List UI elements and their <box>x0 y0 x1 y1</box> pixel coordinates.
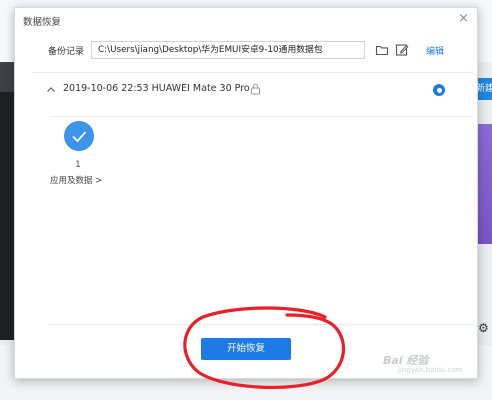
edit-icon[interactable] <box>395 43 409 57</box>
start-restore-button[interactable]: 开始恢复 <box>201 338 291 360</box>
close-icon[interactable]: × <box>458 12 469 26</box>
backup-path-row: 备份记录 C:\Users\jiang\Desktop\华为EMUI安卓9-10… <box>15 41 477 61</box>
data-restore-dialog: 数据恢复 × 备份记录 C:\Users\jiang\Desktop\华为EMU… <box>14 7 478 390</box>
apps-and-data-item[interactable]: 1 应用及数据 > <box>48 121 110 191</box>
dialog-title-bar: 数据恢复 × <box>15 8 477 32</box>
backup-select-radio[interactable] <box>433 84 445 96</box>
backup-record-title: 2019-10-06 22:53 HUAWEI Mate 30 Pro <box>63 83 250 94</box>
background-banner <box>476 124 492 244</box>
background-new-button[interactable]: 新建开 <box>476 78 492 100</box>
divider <box>49 324 473 325</box>
item-label[interactable]: 应用及数据 > <box>50 174 102 186</box>
divider <box>51 116 473 117</box>
gear-icon[interactable]: ⚙ <box>478 321 489 335</box>
edit-link[interactable]: 编辑 <box>426 44 444 57</box>
dialog-title: 数据恢复 <box>23 17 62 28</box>
background-left-strip <box>0 62 14 92</box>
backup-path-label: 备份记录 <box>48 47 85 57</box>
item-count: 1 <box>75 160 81 170</box>
folder-icon[interactable] <box>375 43 389 57</box>
backup-path-field[interactable]: C:\Users\jiang\Desktop\华为EMUI安卓9-10通用数据包 <box>91 41 365 59</box>
background-left-panel <box>0 92 14 340</box>
watermark-url: jingyan.baidu.com <box>398 366 463 374</box>
checkmark-icon[interactable] <box>64 121 94 151</box>
chevron-up-icon[interactable] <box>46 85 56 95</box>
lock-icon <box>251 83 260 95</box>
divider <box>33 72 473 73</box>
backup-record-row[interactable]: 2019-10-06 22:53 HUAWEI Mate 30 Pro <box>15 80 477 100</box>
